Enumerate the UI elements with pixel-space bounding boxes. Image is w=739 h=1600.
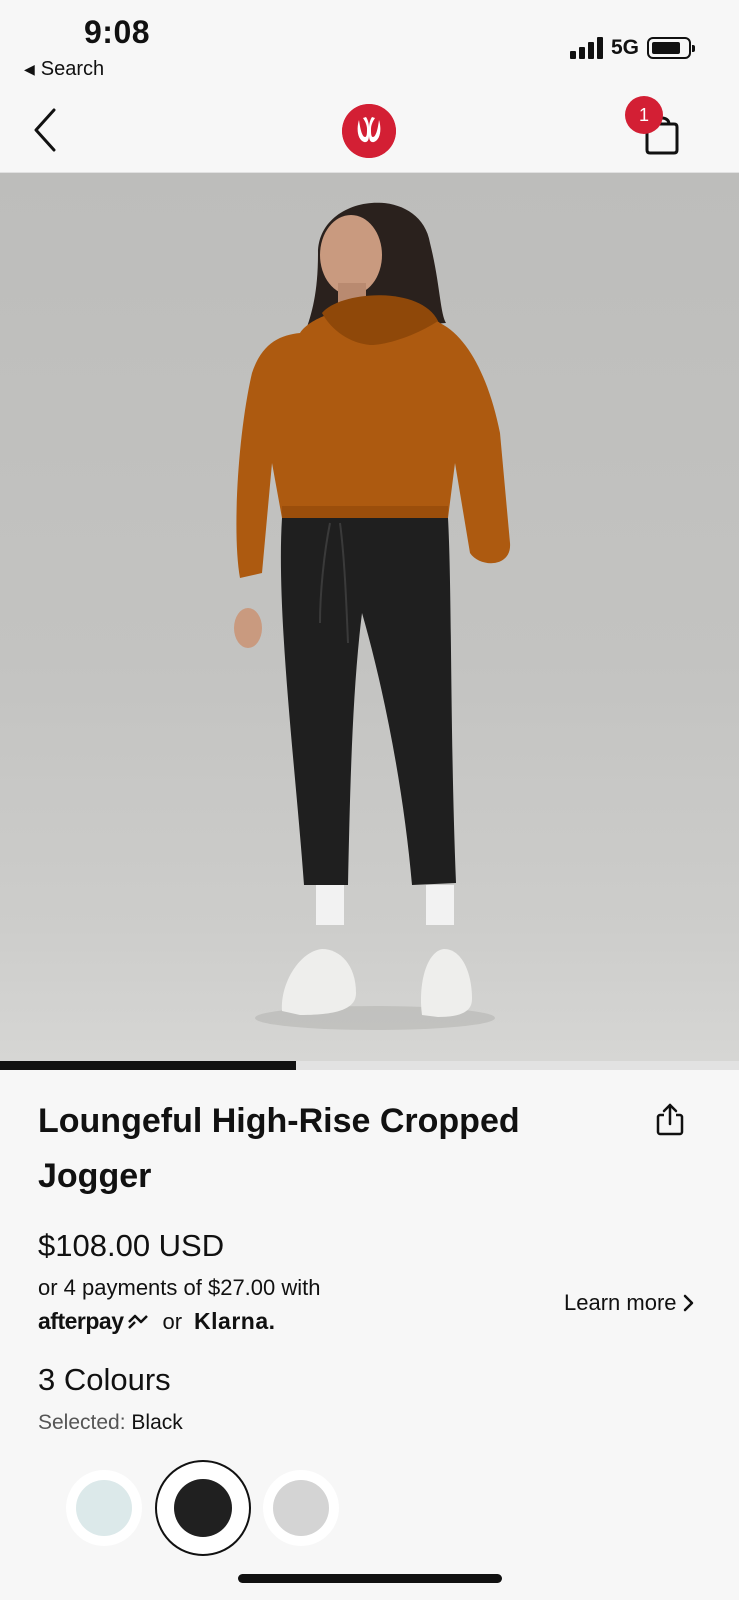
product-price: $108.00 USD [38, 1228, 225, 1263]
gallery-progress-fill [0, 1061, 296, 1070]
payment-providers: afterpay or Klarna. [38, 1308, 276, 1335]
selected-colour-label: Selected: [38, 1411, 126, 1434]
back-to-app-link[interactable]: ◀ Search [24, 58, 104, 81]
cellular-signal-icon [569, 37, 603, 59]
status-time: 9:08 [84, 14, 151, 50]
afterpay-logo[interactable]: afterpay [38, 1308, 150, 1335]
status-icons: 5G [569, 36, 695, 60]
colour-swatch-light-blue[interactable] [76, 1480, 132, 1536]
or-separator: or [162, 1308, 183, 1334]
lululemon-logo-icon[interactable] [342, 104, 396, 158]
back-triangle-icon: ◀ [24, 61, 35, 77]
selected-colour: Selected: Black [38, 1411, 183, 1435]
colour-swatch-heathered-grey[interactable] [273, 1480, 329, 1536]
battery-icon [647, 37, 695, 59]
afterpay-arrows-icon [128, 1314, 149, 1329]
product-title: Loungeful High-Rise Cropped Jogger [38, 1102, 520, 1195]
product-image[interactable] [0, 173, 739, 1061]
cart-count-badge: 1 [625, 96, 663, 134]
klarna-logo[interactable]: Klarna. [194, 1308, 275, 1335]
gallery-progress-track [0, 1061, 739, 1070]
chevron-right-icon [683, 1294, 693, 1312]
colour-swatch-black[interactable] [174, 1479, 232, 1537]
share-icon[interactable] [655, 1102, 685, 1136]
colour-count: 3 Colours [38, 1362, 171, 1397]
home-indicator [238, 1574, 502, 1583]
model-photo [234, 202, 511, 1030]
back-chevron-icon[interactable] [28, 104, 68, 156]
top-nav-bar: 1 [0, 88, 739, 173]
learn-more-link[interactable]: Learn more [564, 1290, 695, 1316]
status-bar: 9:08 ◀ Search 5G [0, 0, 739, 88]
back-app-label: Search [40, 58, 105, 80]
network-type: 5G [610, 36, 639, 59]
selected-colour-value: Black [131, 1411, 183, 1434]
installment-text: or 4 payments of $27.00 with [38, 1275, 321, 1300]
learn-more-label: Learn more [564, 1290, 677, 1315]
